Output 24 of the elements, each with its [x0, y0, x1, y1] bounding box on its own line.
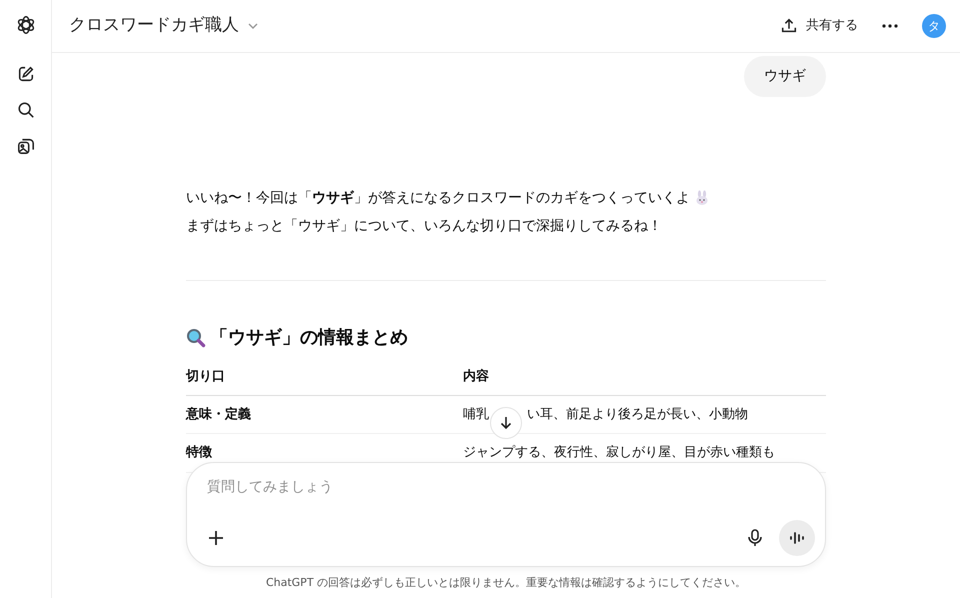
user-message: ウサギ	[744, 56, 826, 97]
rabbit-icon	[694, 190, 710, 206]
waveform-icon	[789, 531, 805, 545]
table-cell: 哺乳	[463, 406, 489, 422]
down-arrow-icon	[498, 415, 514, 431]
message-composer[interactable]: 質問してみましょう	[186, 462, 826, 567]
message-text: いいね〜！今回は「ウサギ」が答えになるクロスワードのカギをつくっていくよ	[186, 189, 690, 208]
voice-mode-button[interactable]	[779, 520, 815, 556]
column-header: 内容	[463, 369, 489, 384]
table-cell: 特徴	[186, 445, 212, 460]
scroll-down-button[interactable]	[490, 407, 522, 439]
share-button[interactable]: 共有する	[780, 16, 858, 36]
table-cell: 意味・定義	[186, 406, 251, 422]
chat-title-dropdown[interactable]: クロスワードカギ職人	[69, 13, 259, 39]
upload-icon	[780, 17, 798, 35]
table-cell: い耳、前足より後ろ足が長い、小動物	[527, 406, 748, 422]
column-header: 切り口	[186, 369, 225, 384]
plus-icon[interactable]	[208, 530, 224, 546]
magnifier-icon	[186, 328, 206, 348]
message-text: まずはちょっと「ウサギ」について、いろんな切り口で深掘りしてみるね！	[186, 217, 662, 236]
section-heading: 「ウサギ」の情報まとめ	[210, 326, 408, 350]
table-cell: ジャンプする、夜行性、寂しがり屋、目が赤い種類も	[463, 445, 775, 460]
disclaimer-text: ChatGPT の回答は必ずしも正しいとは限りません。重要な情報は確認するようにしてください。	[264, 575, 748, 591]
microphone-icon[interactable]	[747, 528, 763, 548]
